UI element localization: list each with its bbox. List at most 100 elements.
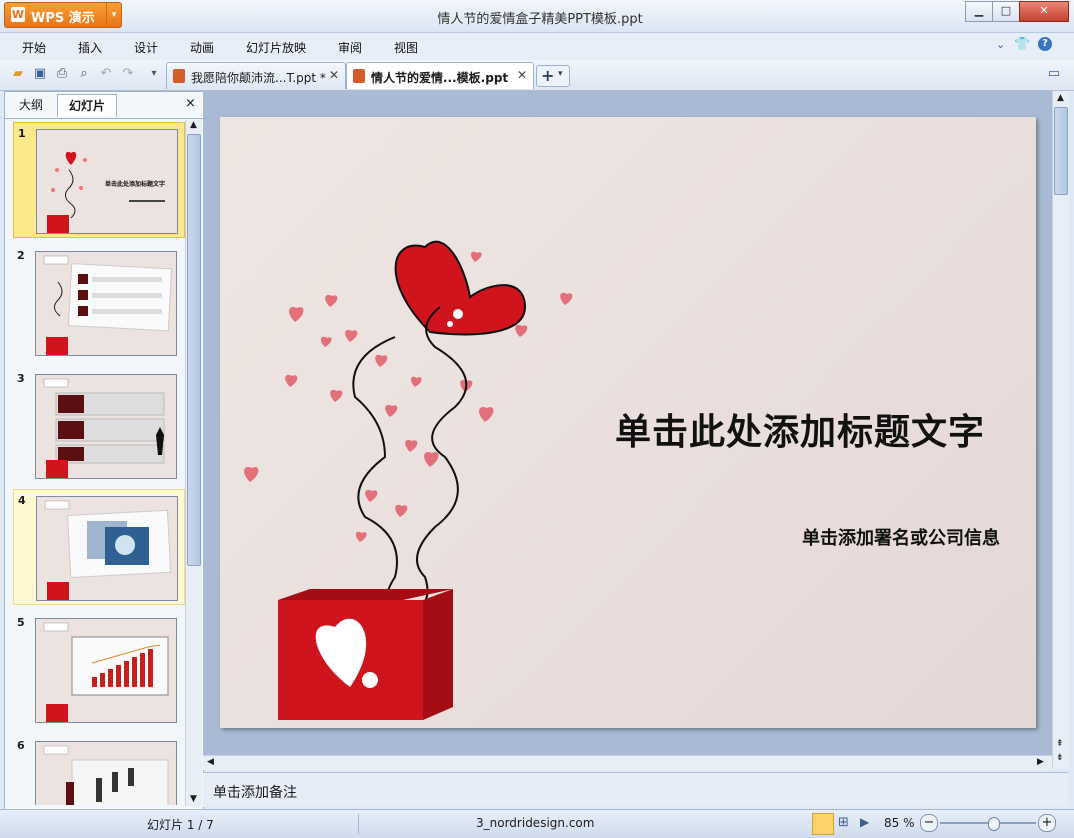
close-icon[interactable]: ✕ (517, 68, 527, 82)
new-tab-icon: + (541, 66, 555, 85)
panel-divider (5, 118, 203, 119)
thumbnail-scrollbar[interactable]: ▲ ▼ (185, 120, 202, 806)
help-icon[interactable]: ? (1038, 37, 1052, 51)
doc-tab-active[interactable]: 情人节的爱情...模板.ppt ✕ (346, 62, 534, 89)
doc-tab-inactive[interactable]: 我愿陪你颠沛流...T.ppt * ✕ (166, 62, 346, 89)
close-icon[interactable]: ✕ (329, 68, 339, 82)
dropdown-icon[interactable]: ▾ (146, 66, 162, 82)
slide-thumbnail-3[interactable]: 3 (13, 368, 183, 482)
chevron-down-icon[interactable]: ⌄ (996, 38, 1005, 51)
thumbnail-preview: 单击此处添加标题文字 (36, 129, 178, 234)
slide-number: 2 (17, 249, 25, 262)
tab-slides[interactable]: 幻灯片 (57, 94, 117, 117)
scroll-right-icon[interactable]: ▶ (1037, 757, 1044, 767)
menu-home[interactable]: 开始 (22, 39, 46, 56)
close-window-button[interactable]: ✕ (1019, 1, 1069, 22)
minimize-icon: ▁ (974, 4, 984, 17)
thumbnail-preview (35, 741, 177, 805)
print-preview-icon[interactable]: ⌕ (76, 66, 92, 82)
prev-slide-icon[interactable]: ⇞ (1056, 739, 1064, 749)
play-icon[interactable]: ▶ (860, 815, 869, 829)
ppt-file-icon (353, 69, 365, 83)
slide-number: 1 (18, 127, 26, 140)
save-icon[interactable]: ▣ (32, 66, 48, 82)
slide-number: 4 (18, 494, 26, 507)
slide-thumbnail-5[interactable]: 5 (13, 612, 183, 726)
close-icon: ✕ (1039, 4, 1049, 17)
app-brand-label: WPS 演示 (31, 11, 95, 26)
menu-review[interactable]: 审阅 (338, 39, 362, 56)
gift-box-icon (46, 337, 68, 355)
doc-tab-label: 我愿陪你颠沛流...T.ppt * (191, 71, 326, 85)
close-panel-icon[interactable]: × (185, 96, 196, 111)
thumbnail-preview (35, 374, 177, 479)
slide-number: 3 (17, 372, 25, 385)
wps-app-menu-button[interactable]: W WPS 演示 ▾ (4, 2, 122, 28)
toolbar: ▰ ▣ ⎙ ⌕ ↶ ↷ ▾ 我愿陪你颠沛流...T.ppt * ✕ 情人节的爱情… (0, 60, 1074, 91)
scroll-up-icon[interactable]: ▲ (1057, 93, 1064, 103)
chevron-down-icon: ▾ (106, 3, 121, 27)
maximize-icon: □ (1000, 4, 1012, 17)
normal-view-icon[interactable] (812, 813, 834, 835)
thumbnail-preview (35, 251, 177, 356)
skin-icon[interactable]: 👕 (1014, 37, 1030, 52)
zoom-slider-knob[interactable] (987, 817, 1000, 831)
wps-logo-icon: W (11, 7, 25, 22)
menu-bar: 开始 插入 设计 动画 幻灯片放映 审阅 视图 ⌄ 👕 ? (0, 33, 1074, 60)
template-source: 3_nordridesign.com (476, 816, 595, 830)
slide-thumbnail-2[interactable]: 2 (13, 245, 183, 359)
menu-animation[interactable]: 动画 (190, 39, 214, 56)
slide-subtitle-placeholder[interactable]: 单击添加署名或公司信息 (700, 524, 1000, 550)
maximize-button[interactable]: □ (992, 1, 1020, 22)
slide-thumbnail-1[interactable]: 1 单击此处添加标题文字 (13, 122, 185, 238)
sorter-view-icon[interactable]: ⊞ (838, 815, 849, 830)
menu-design[interactable]: 设计 (134, 39, 158, 56)
new-tab-button[interactable]: + ▾ (536, 65, 570, 87)
slide-counter: 幻灯片 1 / 7 (147, 818, 214, 832)
thumbnail-art (43, 745, 169, 805)
slide-number: 5 (17, 616, 25, 629)
chevron-down-icon: ▾ (558, 69, 563, 79)
slide-title-placeholder[interactable]: 单击此处添加标题文字 (610, 403, 990, 455)
current-slide[interactable]: 单击此处添加标题文字 单击添加署名或公司信息 (220, 117, 1036, 728)
redo-icon[interactable]: ↷ (120, 66, 136, 82)
scroll-left-icon[interactable]: ◀ (207, 757, 214, 767)
menu-view[interactable]: 视图 (394, 39, 418, 56)
scroll-down-icon[interactable]: ▼ (190, 794, 197, 804)
slide-number: 6 (17, 739, 25, 752)
horizontal-scrollbar[interactable]: ◀ ▶ (203, 755, 1052, 770)
print-icon[interactable]: ⎙ (54, 66, 70, 82)
gift-box-icon (47, 215, 69, 233)
status-bar: 幻灯片 1 / 7 3_nordridesign.com ⊞ ▶ 85 % − … (0, 809, 1074, 838)
next-slide-icon[interactable]: ⇟ (1056, 753, 1064, 763)
open-folder-icon[interactable]: ▰ (10, 66, 26, 82)
menu-insert[interactable]: 插入 (78, 39, 102, 56)
notes-placeholder: 单击添加备注 (213, 785, 297, 801)
ppt-file-icon (173, 69, 185, 83)
slides-panel: 大纲 幻灯片 × 1 单击此处添加标题文字 2 3 4 5 6 ▲ ▼ (4, 91, 204, 810)
thumbnail-preview (35, 618, 177, 723)
notes-pane[interactable]: 单击添加备注 (203, 772, 1068, 807)
slide-thumbnail-6[interactable]: 6 (13, 735, 183, 805)
status-divider (358, 814, 359, 834)
zoom-out-icon[interactable]: − (920, 814, 938, 832)
slide-thumbnail-4[interactable]: 4 (13, 489, 185, 605)
undo-icon[interactable]: ↶ (98, 66, 114, 82)
zoom-in-icon[interactable]: + (1038, 814, 1056, 832)
zoom-level: 85 % (884, 816, 915, 830)
minimize-button[interactable]: ▁ (965, 1, 993, 22)
scroll-up-icon[interactable]: ▲ (190, 120, 197, 130)
gift-box-icon (47, 582, 69, 600)
panel-toggle-icon[interactable]: ▭ (1046, 66, 1062, 82)
gift-box-icon (46, 460, 68, 478)
thumbnail-preview (36, 496, 178, 601)
menu-slideshow[interactable]: 幻灯片放映 (246, 39, 306, 56)
scrollbar-thumb[interactable] (187, 134, 201, 566)
zoom-slider[interactable] (940, 817, 1036, 831)
scrollbar-thumb[interactable] (1054, 107, 1068, 195)
window-title: 情人节的爱情盒子精美PPT模板.ppt (437, 12, 643, 27)
tab-outline[interactable]: 大纲 (9, 94, 53, 116)
gift-box-icon (46, 704, 68, 722)
doc-tab-label: 情人节的爱情...模板.ppt (371, 71, 509, 85)
slide-scrollbar[interactable]: ▲ ⇞ ⇟ (1052, 91, 1069, 769)
